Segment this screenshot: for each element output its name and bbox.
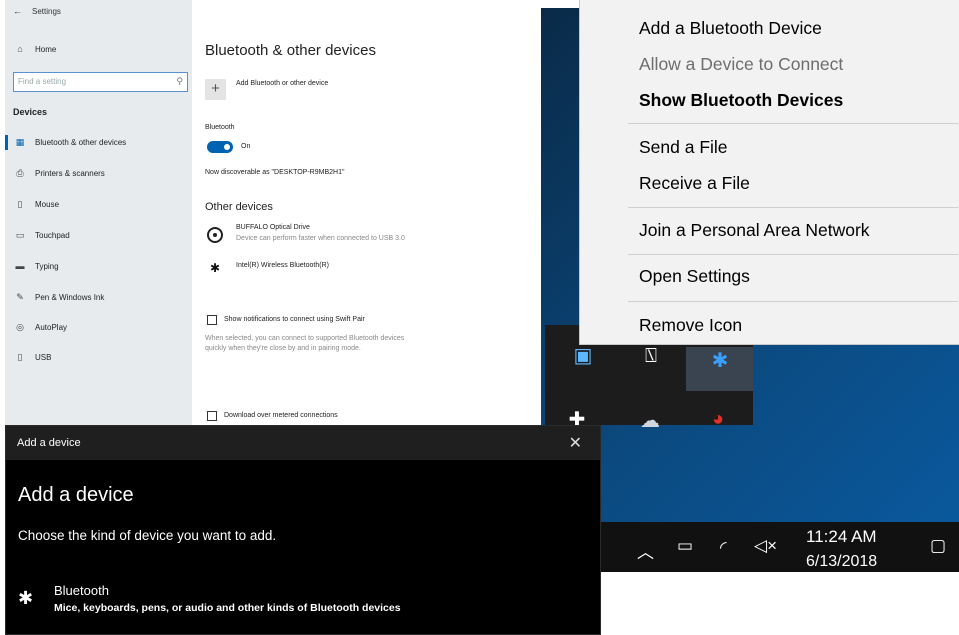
sidebar-item-label: Pen & Windows Ink	[35, 293, 105, 302]
onedrive-icon[interactable]: ☁	[635, 408, 665, 433]
settings-content: Bluetooth & other devices + Add Bluetoot…	[205, 0, 526, 434]
sidebar-item-label: Mouse	[35, 200, 60, 209]
usb-icon: ▯	[17, 352, 23, 362]
option-bluetooth-title[interactable]: Bluetooth	[54, 583, 109, 598]
menu-separator	[628, 207, 958, 208]
discoverable-text: Now discoverable as "DESKTOP-R9MB2H1"	[205, 169, 345, 176]
sidebar-item-label: AutoPlay	[35, 323, 68, 332]
settings-title: Settings	[32, 6, 61, 16]
sidebar-item-home[interactable]: ⌂ Home	[5, 44, 192, 54]
network-app-icon[interactable]: ▣	[568, 343, 598, 368]
search-input[interactable]: Find a setting ⚲	[13, 72, 188, 92]
swift-pair-desc: When selected, you can connect to suppor…	[205, 335, 405, 342]
menu-item-join-pan[interactable]: Join a Personal Area Network	[639, 220, 870, 241]
sidebar-item-mouse[interactable]: ▯ Mouse	[5, 199, 192, 210]
add-device-label[interactable]: Add Bluetooth or other device	[236, 80, 328, 87]
settings-window: ← Settings ⌂ Home Find a setting ⚲ Devic…	[5, 0, 526, 434]
search-icon: ⚲	[176, 76, 183, 86]
swift-pair-label[interactable]: Show notifications to connect using Swif…	[224, 316, 365, 323]
other-devices-heading: Other devices	[205, 201, 273, 213]
mouse-icon: ▯	[17, 199, 23, 209]
dialog-title: Add a device	[17, 437, 81, 449]
swift-pair-desc: quickly when they're close by and in pai…	[205, 345, 361, 352]
clock-time[interactable]: 11:24 AM	[806, 527, 877, 547]
menu-item-allow-connect[interactable]: Allow a Device to Connect	[639, 54, 843, 75]
sidebar-item-label: USB	[35, 353, 52, 362]
pen-icon: ✎	[16, 292, 24, 302]
close-icon[interactable]: ✕	[569, 433, 582, 453]
bluetooth-context-menu: Add a Bluetooth Device Allow a Device to…	[579, 0, 959, 345]
sidebar-home-label: Home	[35, 44, 57, 54]
settings-titlebar: ← Settings	[13, 6, 61, 16]
battery-icon[interactable]: ▭	[677, 536, 693, 556]
option-bluetooth-desc[interactable]: Mice, keyboards, pens, or audio and othe…	[54, 602, 401, 614]
toggle-state: On	[241, 143, 251, 150]
metered-label[interactable]: Download over metered connections	[224, 412, 338, 419]
sidebar-item-label: Bluetooth & other devices	[35, 138, 127, 147]
sidebar-item-label: Typing	[35, 261, 59, 271]
add-device-button[interactable]: +	[205, 79, 226, 100]
sidebar-item-bluetooth[interactable]: ▦ Bluetooth & other devices	[5, 137, 192, 148]
sidebar-item-pen[interactable]: ✎ Pen & Windows Ink	[5, 292, 192, 303]
sidebar-item-label: Touchpad	[35, 231, 70, 240]
menu-separator	[628, 123, 958, 124]
search-placeholder: Find a setting	[18, 77, 67, 86]
dialog-titlebar: Add a device ✕	[6, 426, 600, 460]
bluetooth-icon: ✱	[209, 261, 221, 275]
action-center-icon[interactable]: ▢	[930, 536, 946, 556]
bluetooth-icon: ✱	[18, 588, 34, 608]
volume-muted-icon[interactable]: ◁×	[754, 536, 777, 556]
menu-item-add-device[interactable]: Add a Bluetooth Device	[639, 18, 822, 39]
usb-eject-icon[interactable]: ⍂	[636, 345, 666, 368]
sidebar-item-touchpad[interactable]: ▭ Touchpad	[5, 230, 192, 241]
menu-item-receive-file[interactable]: Receive a File	[639, 173, 750, 194]
back-arrow-icon[interactable]: ←	[13, 6, 22, 16]
sidebar-item-printers[interactable]: ⎙ Printers & scanners	[5, 168, 192, 179]
menu-separator	[628, 254, 958, 255]
menu-item-send-file[interactable]: Send a File	[639, 137, 728, 158]
menu-separator	[628, 301, 958, 302]
wifi-icon[interactable]: ◜	[720, 538, 727, 558]
sidebar-item-label: Printers & scanners	[35, 169, 105, 178]
add-device-dialog: Add a device ✕ Add a device Choose the k…	[5, 425, 601, 635]
sidebar-item-autoplay[interactable]: ◎ AutoPlay	[5, 322, 192, 333]
clock-date[interactable]: 6/13/2018	[806, 553, 877, 571]
bluetooth-devices-icon: ▦	[15, 137, 25, 147]
home-icon: ⌂	[17, 44, 23, 54]
autoplay-icon: ◎	[16, 322, 24, 332]
bluetooth-label: Bluetooth	[205, 124, 235, 131]
settings-sidebar: ← Settings ⌂ Home Find a setting ⚲ Devic…	[5, 0, 192, 434]
sidebar-item-typing[interactable]: ▬ Typing	[5, 261, 192, 271]
show-hidden-icons-icon[interactable]: ︿	[637, 538, 654, 563]
metered-checkbox[interactable]	[207, 411, 217, 421]
touchpad-icon: ▭	[15, 230, 25, 240]
sidebar-item-usb[interactable]: ▯ USB	[5, 352, 192, 363]
bluetooth-tray-icon[interactable]: ✱	[705, 348, 735, 373]
app-tray-icon[interactable]: ◕	[703, 408, 733, 431]
sidebar-section-title: Devices	[13, 107, 48, 117]
bluetooth-toggle[interactable]	[207, 141, 233, 153]
dialog-subtitle: Choose the kind of device you want to ad…	[18, 528, 277, 543]
menu-item-open-settings[interactable]: Open Settings	[639, 266, 750, 287]
swift-pair-checkbox[interactable]	[207, 315, 217, 325]
device-name[interactable]: BUFFALO Optical Drive	[236, 224, 310, 231]
printer-icon: ⎙	[16, 168, 24, 178]
taskbar	[541, 522, 959, 572]
keyboard-icon: ▬	[15, 261, 25, 271]
menu-item-show-devices[interactable]: Show Bluetooth Devices	[639, 90, 843, 111]
device-detail: Device can perform faster when connected…	[236, 235, 405, 242]
device-name[interactable]: Intel(R) Wireless Bluetooth(R)	[236, 262, 329, 269]
page-title: Bluetooth & other devices	[205, 42, 376, 59]
menu-item-remove-icon[interactable]: Remove Icon	[639, 315, 742, 336]
optical-drive-icon	[207, 227, 223, 243]
dialog-heading: Add a device	[18, 484, 134, 506]
plus-icon: +	[211, 80, 220, 97]
